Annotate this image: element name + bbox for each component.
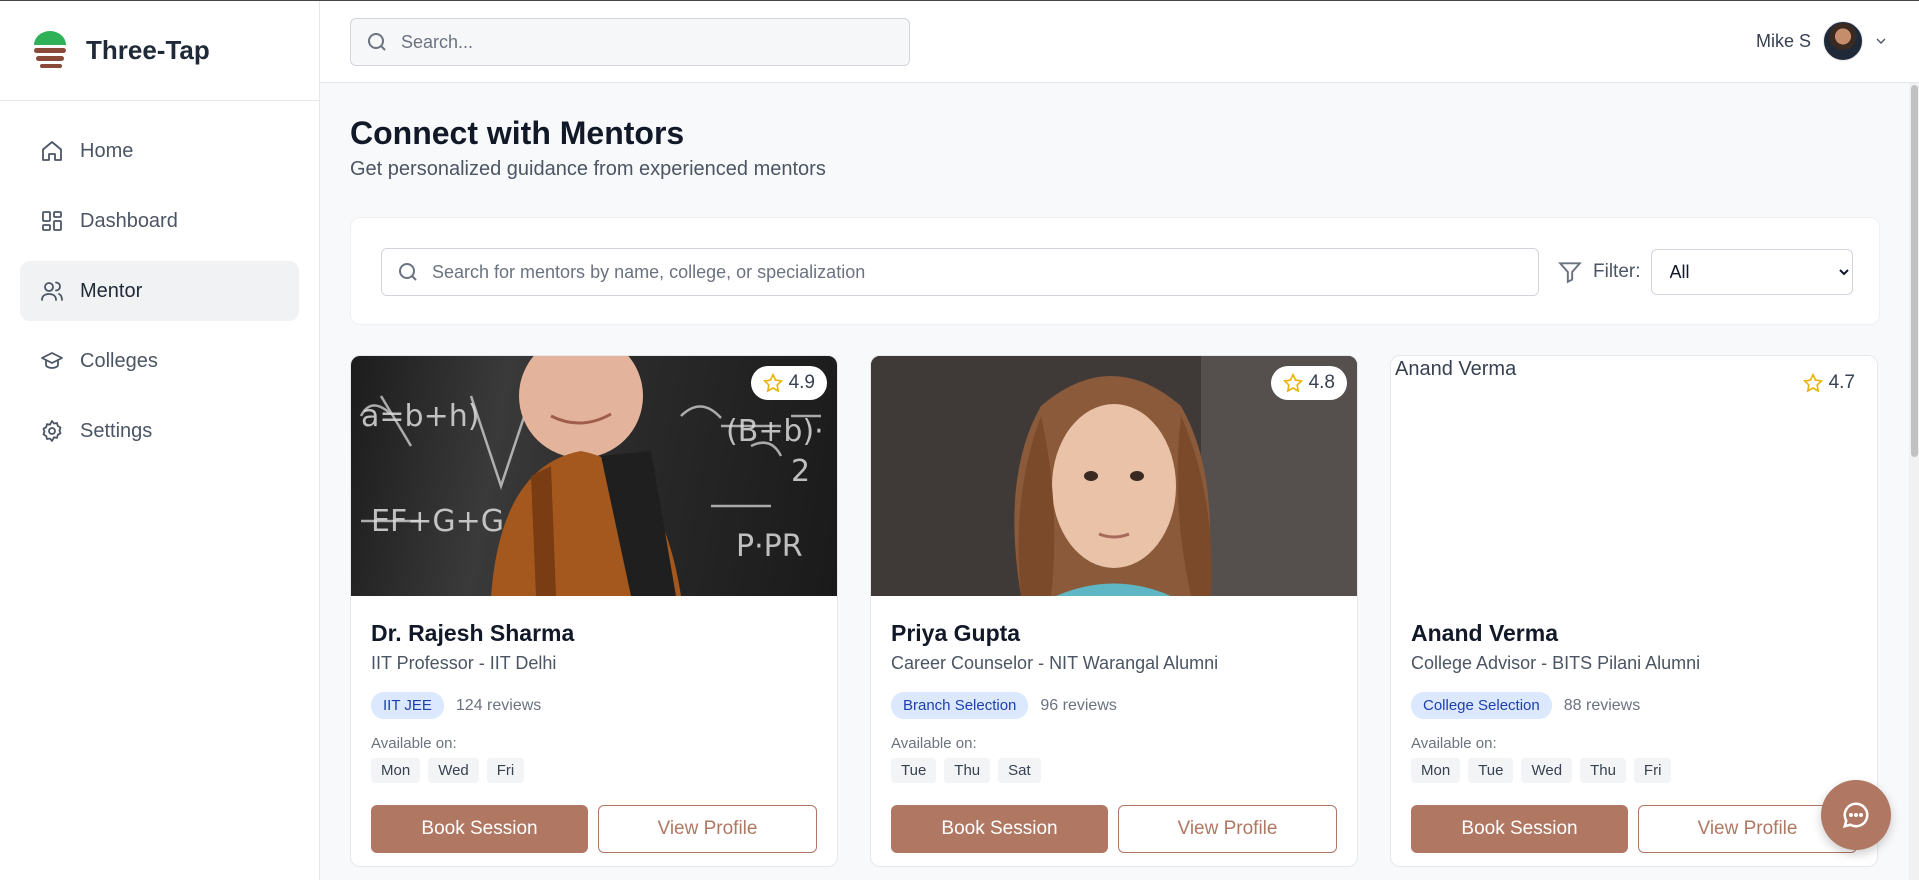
availability-days: Mon Wed Fri: [371, 758, 817, 783]
gear-icon: [42, 420, 62, 442]
users-icon: [41, 281, 63, 301]
mentor-name: Anand Verma: [1411, 620, 1558, 646]
sidebar-item-label: Settings: [80, 419, 153, 442]
filter-icon: [1558, 262, 1582, 284]
mentor-role: IIT Professor - IIT Delhi: [371, 653, 557, 673]
sidebar-item-home[interactable]: Home: [20, 121, 299, 181]
chat-button[interactable]: [1821, 780, 1891, 850]
mentor-name: Priya Gupta: [891, 620, 1021, 646]
day-chip: Thu: [1580, 758, 1626, 783]
mentor-card: a=b+h) EF+G+G (B+b)· 2 P·PR 4.9 Dr. Rajesh …: [350, 355, 838, 867]
review-count: 88 reviews: [1563, 696, 1641, 714]
user-name: Mike S: [1755, 30, 1811, 51]
day-chip: Tue: [891, 758, 937, 783]
sidebar-item-dashboard[interactable]: Dashboard: [20, 191, 299, 251]
rating-badge: 4.8: [1270, 366, 1347, 400]
availability-days: Tue Thu Sat: [891, 758, 1337, 783]
day-chip: Fri: [1633, 758, 1672, 783]
mentor-cards: a=b+h) EF+G+G (B+b)· 2 P·PR 4.9 Dr. Rajesh …: [350, 355, 1880, 867]
mentor-photo: 4.8: [871, 356, 1357, 596]
day-chip: Thu: [944, 758, 991, 783]
graduation-cap-icon: [41, 352, 63, 369]
day-chip: Mon: [1411, 758, 1461, 783]
svg-text:(B+b)·: (B+b)·: [726, 414, 824, 449]
page-scrollbar-thumb[interactable]: [1911, 85, 1918, 457]
mentor-search-input[interactable]: [432, 261, 1512, 283]
avatar: [1823, 21, 1863, 61]
specialization-tag: College Selection: [1411, 692, 1552, 719]
filter-group: Filter: All: [1557, 248, 1853, 296]
broken-image-alt: Anand Verma: [1395, 358, 1517, 380]
specialization-tag: IIT JEE: [371, 692, 444, 719]
book-session-button[interactable]: Book Session: [1411, 805, 1628, 853]
star-icon: [1802, 373, 1823, 393]
global-search-input[interactable]: [401, 31, 881, 53]
chat-bubble-icon: [1842, 802, 1869, 829]
dashboard-icon: [42, 211, 62, 231]
review-count: 96 reviews: [1040, 696, 1117, 714]
main-content: Connect with Mentors Get personalized gu…: [350, 83, 1880, 867]
chevron-down-icon: [1876, 38, 1886, 44]
svg-text:EF+G+G: EF+G+G: [371, 504, 504, 539]
book-session-button[interactable]: Book Session: [891, 805, 1108, 853]
sidebar-item-colleges[interactable]: Colleges: [20, 331, 299, 391]
svg-text:a=b+h): a=b+h): [361, 399, 479, 434]
view-profile-button[interactable]: View Profile: [1118, 805, 1337, 853]
svg-text:2: 2: [791, 454, 810, 489]
day-chip: Mon: [371, 758, 421, 783]
sidebar-item-mentor[interactable]: Mentor: [20, 261, 299, 321]
sidebar: Three-Tap Home Dashboard Mentor Colleges…: [0, 1, 320, 880]
mentor-filter-panel: Filter: All: [350, 217, 1880, 325]
sidebar-item-settings[interactable]: Settings: [20, 401, 299, 461]
availability-label: Available on:: [1411, 735, 1497, 752]
day-chip: Tue: [1468, 758, 1514, 783]
stacked-bars-logo-icon: [34, 30, 66, 68]
mentor-role: Career Counselor - NIT Warangal Alumni: [891, 653, 1219, 673]
mentor-card: 4.8 Priya Gupta Career Counselor - NIT W…: [870, 355, 1358, 867]
sidebar-item-label: Dashboard: [80, 209, 178, 232]
global-search[interactable]: [350, 18, 910, 66]
rating-badge: 4.7: [1790, 366, 1867, 400]
search-icon: [399, 263, 417, 281]
user-menu[interactable]: Mike S: [1756, 21, 1889, 61]
view-profile-button[interactable]: View Profile: [598, 805, 817, 853]
mentor-photo: Anand Verma 4.7: [1391, 356, 1877, 596]
filter-label: Filter:: [1593, 261, 1641, 282]
book-session-button[interactable]: Book Session: [371, 805, 588, 853]
filter-select[interactable]: All: [1650, 249, 1853, 295]
review-count: 124 reviews: [455, 696, 542, 714]
top-bar: Mike S: [320, 1, 1919, 83]
rating-value: 4.7: [1828, 372, 1855, 393]
rating-badge: 4.9: [750, 366, 827, 400]
day-chip: Fri: [486, 758, 525, 783]
sidebar-item-label: Colleges: [80, 349, 158, 372]
home-icon: [42, 141, 62, 161]
mentor-card: Anand Verma 4.7 Anand Verma College Advi…: [1390, 355, 1878, 867]
brand[interactable]: Three-Tap: [0, 1, 319, 101]
availability-label: Available on:: [371, 735, 457, 752]
mentor-name: Dr. Rajesh Sharma: [371, 620, 575, 646]
specialization-tag: Branch Selection: [891, 692, 1029, 719]
svg-text:P·PR: P·PR: [736, 529, 803, 564]
search-icon: [368, 33, 386, 51]
day-chip: Sat: [998, 758, 1041, 783]
availability-days: Mon Tue Wed Thu Fri: [1411, 758, 1857, 783]
availability-label: Available on:: [891, 735, 977, 752]
day-chip: Wed: [428, 758, 479, 783]
mentor-photo: a=b+h) EF+G+G (B+b)· 2 P·PR 4.9: [351, 356, 837, 596]
page-title: Connect with Mentors: [350, 115, 685, 151]
brand-name: Three-Tap: [86, 35, 210, 65]
sidebar-item-label: Home: [80, 139, 134, 162]
rating-value: 4.8: [1308, 372, 1335, 393]
rating-value: 4.9: [788, 372, 815, 393]
star-icon: [762, 373, 783, 393]
sidebar-item-label: Mentor: [80, 279, 143, 302]
page-subtitle: Get personalized guidance from experienc…: [350, 158, 826, 180]
sidebar-nav: Home Dashboard Mentor Colleges Settings: [0, 101, 319, 491]
mentor-role: College Advisor - BITS Pilani Alumni: [1411, 653, 1701, 673]
star-icon: [1282, 373, 1303, 393]
day-chip: Wed: [1521, 758, 1573, 783]
mentor-search[interactable]: [381, 248, 1539, 296]
